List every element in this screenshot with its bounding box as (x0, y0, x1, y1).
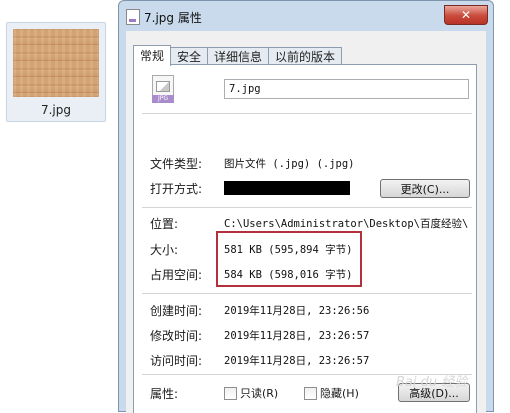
tab-bar: 常规 安全 详细信息 以前的版本 (133, 45, 343, 66)
file-name-input[interactable]: 7.jpg (224, 79, 469, 99)
opens-with-app-redacted (224, 181, 350, 195)
hidden-label: 隐藏(H) (320, 387, 359, 400)
created-value: 2019年11月28日, 23:26:56 (224, 305, 370, 317)
window-title: 7.jpg 属性 (144, 11, 202, 25)
size-highlight-box (216, 231, 362, 287)
divider (142, 207, 472, 208)
size-label: 大小: (150, 243, 179, 257)
opens-with-label: 打开方式: (150, 182, 203, 196)
close-button[interactable]: ✕ (444, 5, 488, 25)
checkbox-box[interactable] (224, 386, 237, 400)
general-panel: JPG 7.jpg 文件类型: 图片文件 (.jpg) (.jpg) 打开方式:… (133, 64, 477, 413)
desktop-file-label: 7.jpg (40, 103, 72, 117)
file-properties-icon (126, 9, 140, 25)
watermark: Bai du 经验 (396, 375, 468, 390)
modified-value: 2019年11月28日, 23:26:57 (224, 330, 370, 342)
accessed-value: 2019年11月28日, 23:26:57 (224, 355, 370, 367)
divider (142, 113, 472, 114)
image-thumbnail (13, 29, 99, 97)
file-type-label: 文件类型: (150, 157, 203, 171)
properties-window: 7.jpg 属性 ✕ 常规 安全 详细信息 以前的版本 JPG 7.jpg 文件… (118, 0, 494, 413)
readonly-label: 只读(R) (240, 387, 279, 400)
accessed-label: 访问时间: (150, 354, 203, 368)
window-client: 常规 安全 详细信息 以前的版本 JPG 7.jpg 文件类型: 图片文件 (.… (126, 31, 486, 413)
change-button[interactable]: 更改(C)... (380, 179, 470, 198)
jpg-file-icon: JPG (150, 75, 174, 105)
readonly-checkbox[interactable]: 只读(R) (224, 386, 278, 400)
desktop-file-thumbnail[interactable]: 7.jpg (6, 22, 106, 122)
hidden-checkbox[interactable]: 隐藏(H) (304, 386, 359, 400)
checkbox-box[interactable] (304, 386, 317, 400)
file-type-value: 图片文件 (.jpg) (.jpg) (224, 158, 355, 170)
title-bar[interactable]: 7.jpg 属性 ✕ (119, 1, 493, 31)
location-label: 位置: (150, 217, 179, 231)
size-on-disk-label: 占用空间: (150, 268, 203, 282)
tab-general[interactable]: 常规 (133, 45, 172, 66)
picture-glyph (156, 81, 170, 92)
location-value: C:\Users\Administrator\Desktop\百度经验\ (224, 218, 469, 230)
file-type-band: JPG (152, 95, 174, 103)
modified-label: 修改时间: (150, 329, 203, 343)
created-label: 创建时间: (150, 304, 203, 318)
divider (142, 293, 472, 294)
attributes-label: 属性: (150, 387, 179, 401)
